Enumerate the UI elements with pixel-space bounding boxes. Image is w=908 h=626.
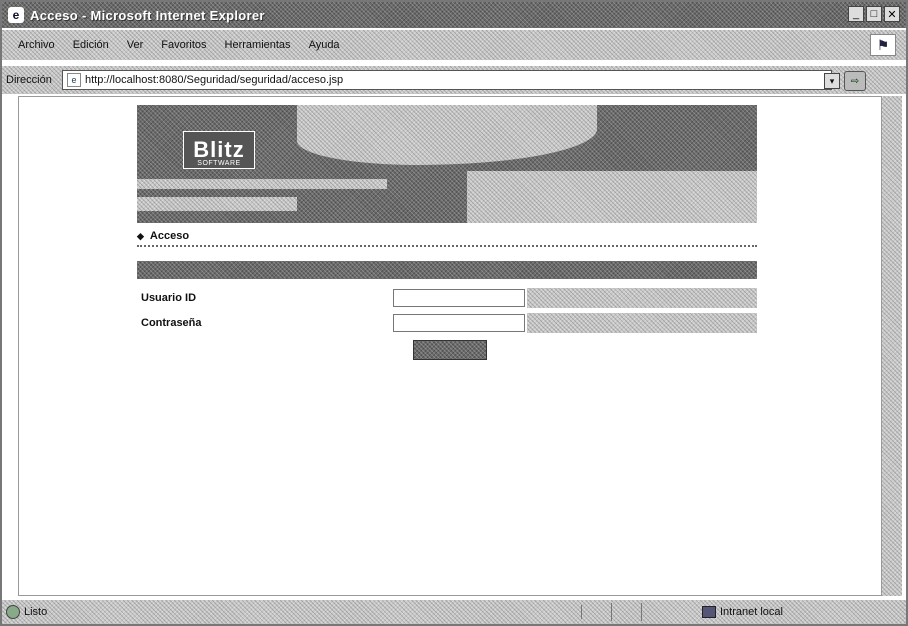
zone-text: Intranet local: [720, 606, 783, 618]
row-fill: [527, 313, 757, 333]
address-dropdown-button[interactable]: ▾: [824, 73, 840, 89]
close-button[interactable]: ✕: [884, 6, 900, 22]
password-input[interactable]: [393, 314, 525, 332]
menu-bar: Archivo Edición Ver Favoritos Herramient…: [2, 30, 906, 60]
go-button[interactable]: ⇨: [844, 71, 866, 91]
page-icon: e: [67, 73, 81, 87]
intranet-zone-icon: [702, 606, 716, 618]
internet-explorer-icon: e: [8, 7, 24, 23]
status-bar: Listo Intranet local: [2, 600, 906, 624]
nav-acceso-link[interactable]: Acceso: [150, 230, 189, 242]
nav-divider: [137, 245, 757, 247]
vertical-scrollbar[interactable]: [882, 96, 902, 596]
maximize-button[interactable]: □: [866, 6, 882, 22]
row-fill: [527, 288, 757, 308]
submit-button[interactable]: [413, 340, 487, 360]
window-controls: _ □ ✕: [848, 6, 900, 22]
menu-ver[interactable]: Ver: [127, 39, 144, 51]
minimize-button[interactable]: _: [848, 6, 864, 22]
password-row: Contraseña: [137, 312, 757, 334]
window-title: Acceso - Microsoft Internet Explorer: [30, 7, 265, 23]
blitz-logo: Blitz SOFTWARE: [183, 131, 255, 169]
banner-pattern: [137, 197, 297, 211]
user-id-row: Usuario ID: [137, 287, 757, 309]
menu-herramientas[interactable]: Herramientas: [225, 39, 291, 51]
logo-subtext: SOFTWARE: [197, 160, 241, 167]
arrow-icon: ◆: [137, 230, 144, 241]
banner-graphic: [297, 105, 597, 165]
browser-window: e Acceso - Microsoft Internet Explorer _…: [0, 0, 908, 626]
menu-favoritos[interactable]: Favoritos: [161, 39, 206, 51]
security-zone: Intranet local: [642, 606, 783, 618]
page-viewport: Blitz SOFTWARE ◆ Acceso Usuario ID Contr…: [18, 96, 882, 596]
password-label: Contraseña: [141, 317, 202, 329]
address-field[interactable]: e http://localhost:8080/Seguridad/seguri…: [62, 70, 832, 90]
windows-logo-icon: ⚑: [870, 34, 896, 56]
menu-archivo[interactable]: Archivo: [18, 39, 55, 51]
user-id-input[interactable]: [393, 289, 525, 307]
address-label: Dirección: [6, 74, 52, 86]
banner-link-bar: [137, 179, 387, 189]
status-text: Listo: [24, 606, 48, 618]
status-panel: [612, 603, 642, 621]
status-panel: [582, 603, 612, 621]
menu-ayuda[interactable]: Ayuda: [309, 39, 340, 51]
menu-edicion[interactable]: Edición: [73, 39, 109, 51]
address-bar: Dirección e http://localhost:8080/Seguri…: [2, 66, 906, 94]
breadcrumb: ◆ Acceso: [137, 229, 757, 243]
banner-right-graphic: [467, 171, 757, 223]
header-banner: Blitz SOFTWARE: [137, 105, 757, 223]
status-left: Listo: [2, 605, 582, 619]
title-bar[interactable]: e Acceso - Microsoft Internet Explorer: [2, 2, 906, 28]
user-id-label: Usuario ID: [141, 292, 197, 304]
address-url: http://localhost:8080/Seguridad/segurida…: [85, 74, 344, 86]
section-header: [137, 261, 757, 279]
page-done-icon: [6, 605, 20, 619]
